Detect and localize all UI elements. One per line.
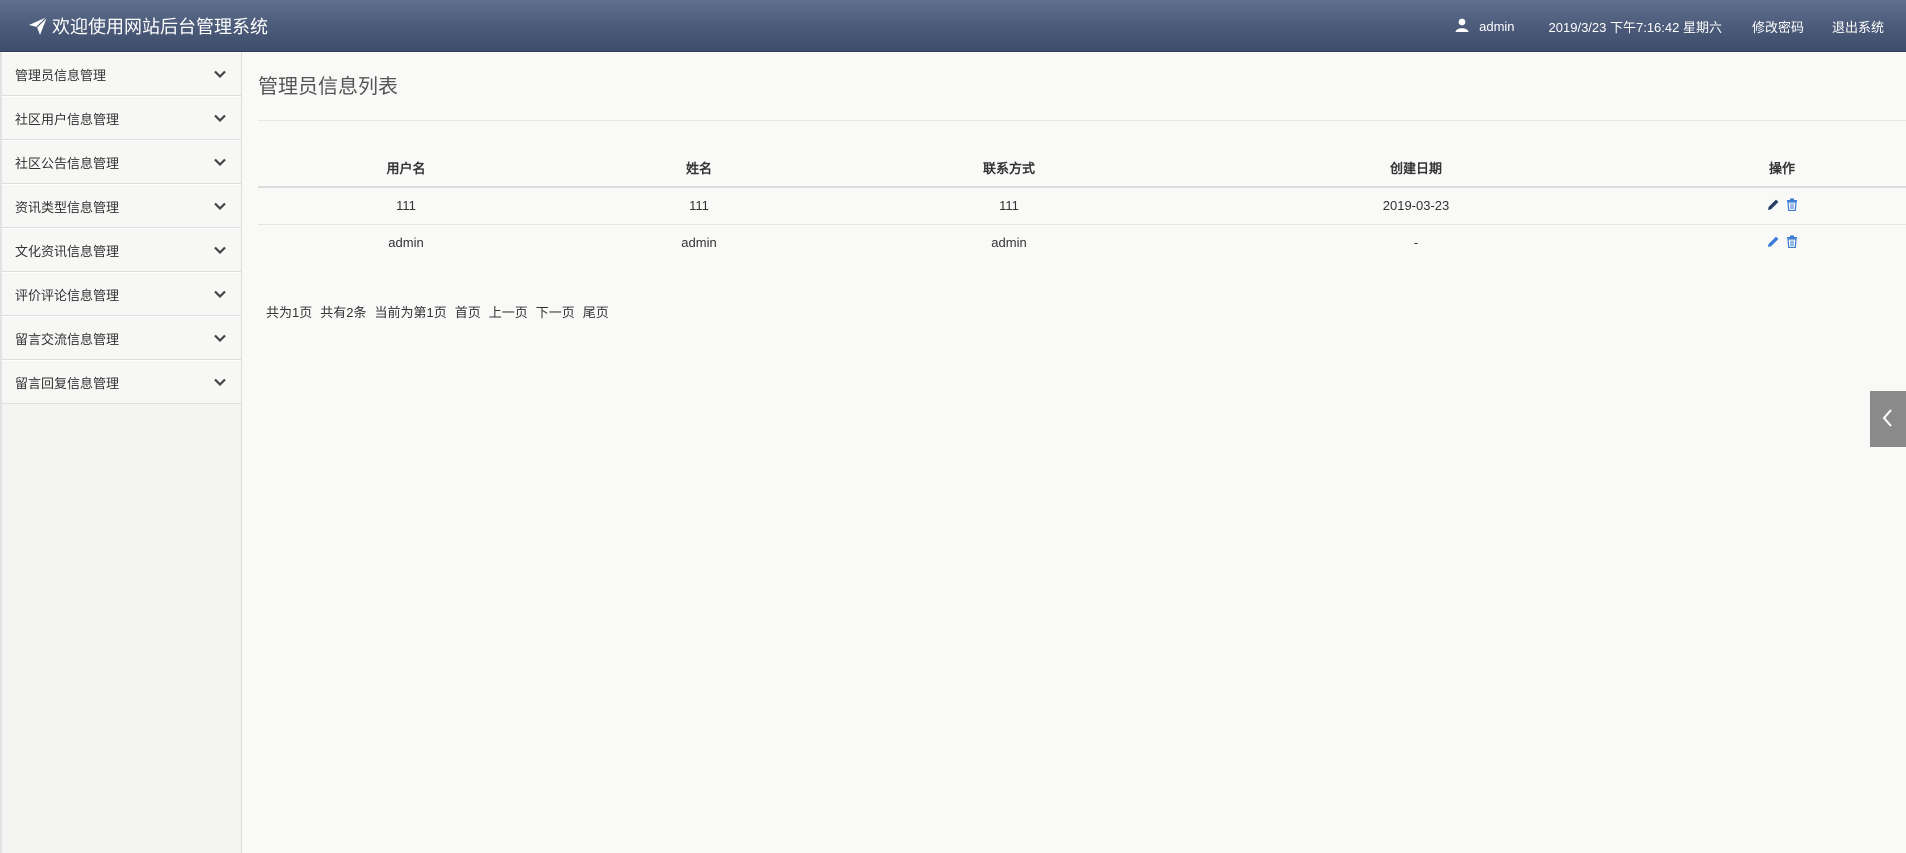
change-password-link[interactable]: 修改密码	[1752, 17, 1804, 36]
cell-username: 111	[258, 187, 554, 225]
pencil-icon[interactable]	[1767, 235, 1780, 248]
main-content: 管理员信息列表 用户名 姓名 联系方式 创建日期 操作 111 111 111 …	[258, 52, 1906, 853]
chevron-down-icon	[213, 243, 227, 257]
column-header-created: 创建日期	[1174, 149, 1658, 188]
trash-icon[interactable]	[1786, 235, 1798, 248]
username-label: admin	[1479, 18, 1515, 34]
sidebar-item-label: 留言回复信息管理	[15, 375, 120, 391]
user-icon	[1455, 18, 1479, 35]
brand: 欢迎使用网站后台管理系统	[28, 0, 268, 52]
cell-actions	[1658, 187, 1906, 225]
chevron-down-icon	[213, 111, 227, 125]
pager-first-link[interactable]: 首页	[455, 302, 481, 321]
datetime-display: 2019/3/23 下午7:16:42 星期六	[1548, 19, 1722, 35]
cell-contact: 111	[844, 187, 1174, 225]
top-header: 欢迎使用网站后台管理系统 admin 2019/3/23 下午7:16:42 星…	[0, 0, 1906, 52]
cell-created: -	[1413, 235, 1419, 251]
cell-name: 111	[554, 187, 844, 225]
sidebar-item-admin-info[interactable]: 管理员信息管理	[2, 52, 241, 96]
sidebar-item-culture-news[interactable]: 文化资讯信息管理	[2, 228, 241, 272]
pagination: 共为1页 共有2条 当前为第1页 首页 上一页 下一页 尾页	[266, 302, 609, 321]
column-header-contact: 联系方式	[844, 149, 1174, 188]
trash-icon[interactable]	[1786, 198, 1798, 211]
sidebar-item-messages[interactable]: 留言交流信息管理	[2, 316, 241, 360]
header-actions: admin 2019/3/23 下午7:16:42 星期六 修改密码 退出系统	[1455, 0, 1906, 52]
sidebar-item-message-replies[interactable]: 留言回复信息管理	[2, 360, 241, 404]
divider	[258, 120, 1906, 121]
cell-name: admin	[681, 235, 717, 251]
current-user: admin	[1455, 18, 1515, 35]
sidebar-item-label: 社区用户信息管理	[15, 111, 120, 127]
chevron-down-icon	[213, 67, 227, 81]
chevron-down-icon	[213, 375, 227, 389]
cell-created: 2019-03-23	[1174, 187, 1658, 225]
chevron-down-icon	[213, 155, 227, 169]
pager-next-link[interactable]: 下一页	[536, 302, 575, 321]
cell-contact: admin	[991, 235, 1027, 251]
sidebar-item-community-notices[interactable]: 社区公告信息管理	[2, 140, 241, 184]
column-header-actions: 操作	[1658, 149, 1906, 188]
side-panel-toggle[interactable]	[1870, 391, 1906, 447]
sidebar-item-reviews[interactable]: 评价评论信息管理	[2, 272, 241, 316]
sidebar-item-news-types[interactable]: 资讯类型信息管理	[2, 184, 241, 228]
sidebar-item-label: 管理员信息管理	[15, 67, 107, 83]
pager-current-page: 当前为第1页	[374, 305, 447, 320]
pager-last-link[interactable]: 尾页	[583, 302, 609, 321]
paper-plane-icon	[28, 16, 48, 36]
column-header-name: 姓名	[554, 149, 844, 188]
sidebar-item-community-users[interactable]: 社区用户信息管理	[2, 96, 241, 140]
pencil-icon[interactable]	[1767, 198, 1780, 211]
chevron-down-icon	[213, 331, 227, 345]
sidebar: 管理员信息管理 社区用户信息管理 社区公告信息管理 资讯类型信息管理 文化资讯信…	[0, 52, 242, 853]
sidebar-item-label: 评价评论信息管理	[15, 287, 120, 303]
logout-link[interactable]: 退出系统	[1832, 17, 1884, 36]
pager-total-records: 共有2条	[320, 305, 367, 320]
table-row: 111 111 111 2019-03-23	[258, 187, 1906, 225]
sidebar-item-label: 文化资讯信息管理	[15, 243, 120, 259]
app-title: 欢迎使用网站后台管理系统	[52, 17, 268, 37]
sidebar-item-label: 社区公告信息管理	[15, 155, 120, 171]
pager-prev-link[interactable]: 上一页	[489, 302, 528, 321]
sidebar-item-label: 资讯类型信息管理	[15, 199, 120, 215]
admin-table: 用户名 姓名 联系方式 创建日期 操作 111 111 111 2019-03-…	[258, 149, 1906, 261]
column-header-username: 用户名	[258, 149, 554, 188]
table-row: admin admin admin -	[258, 224, 1906, 261]
cell-username: admin	[388, 235, 424, 251]
chevron-down-icon	[213, 199, 227, 213]
table-header-row: 用户名 姓名 联系方式 创建日期 操作	[258, 149, 1906, 188]
page-title: 管理员信息列表	[258, 76, 398, 98]
cell-actions	[1658, 224, 1906, 261]
chevron-left-icon	[1881, 408, 1895, 431]
chevron-down-icon	[213, 287, 227, 301]
sidebar-item-label: 留言交流信息管理	[15, 331, 120, 347]
pager-total-pages: 共为1页	[266, 305, 313, 320]
